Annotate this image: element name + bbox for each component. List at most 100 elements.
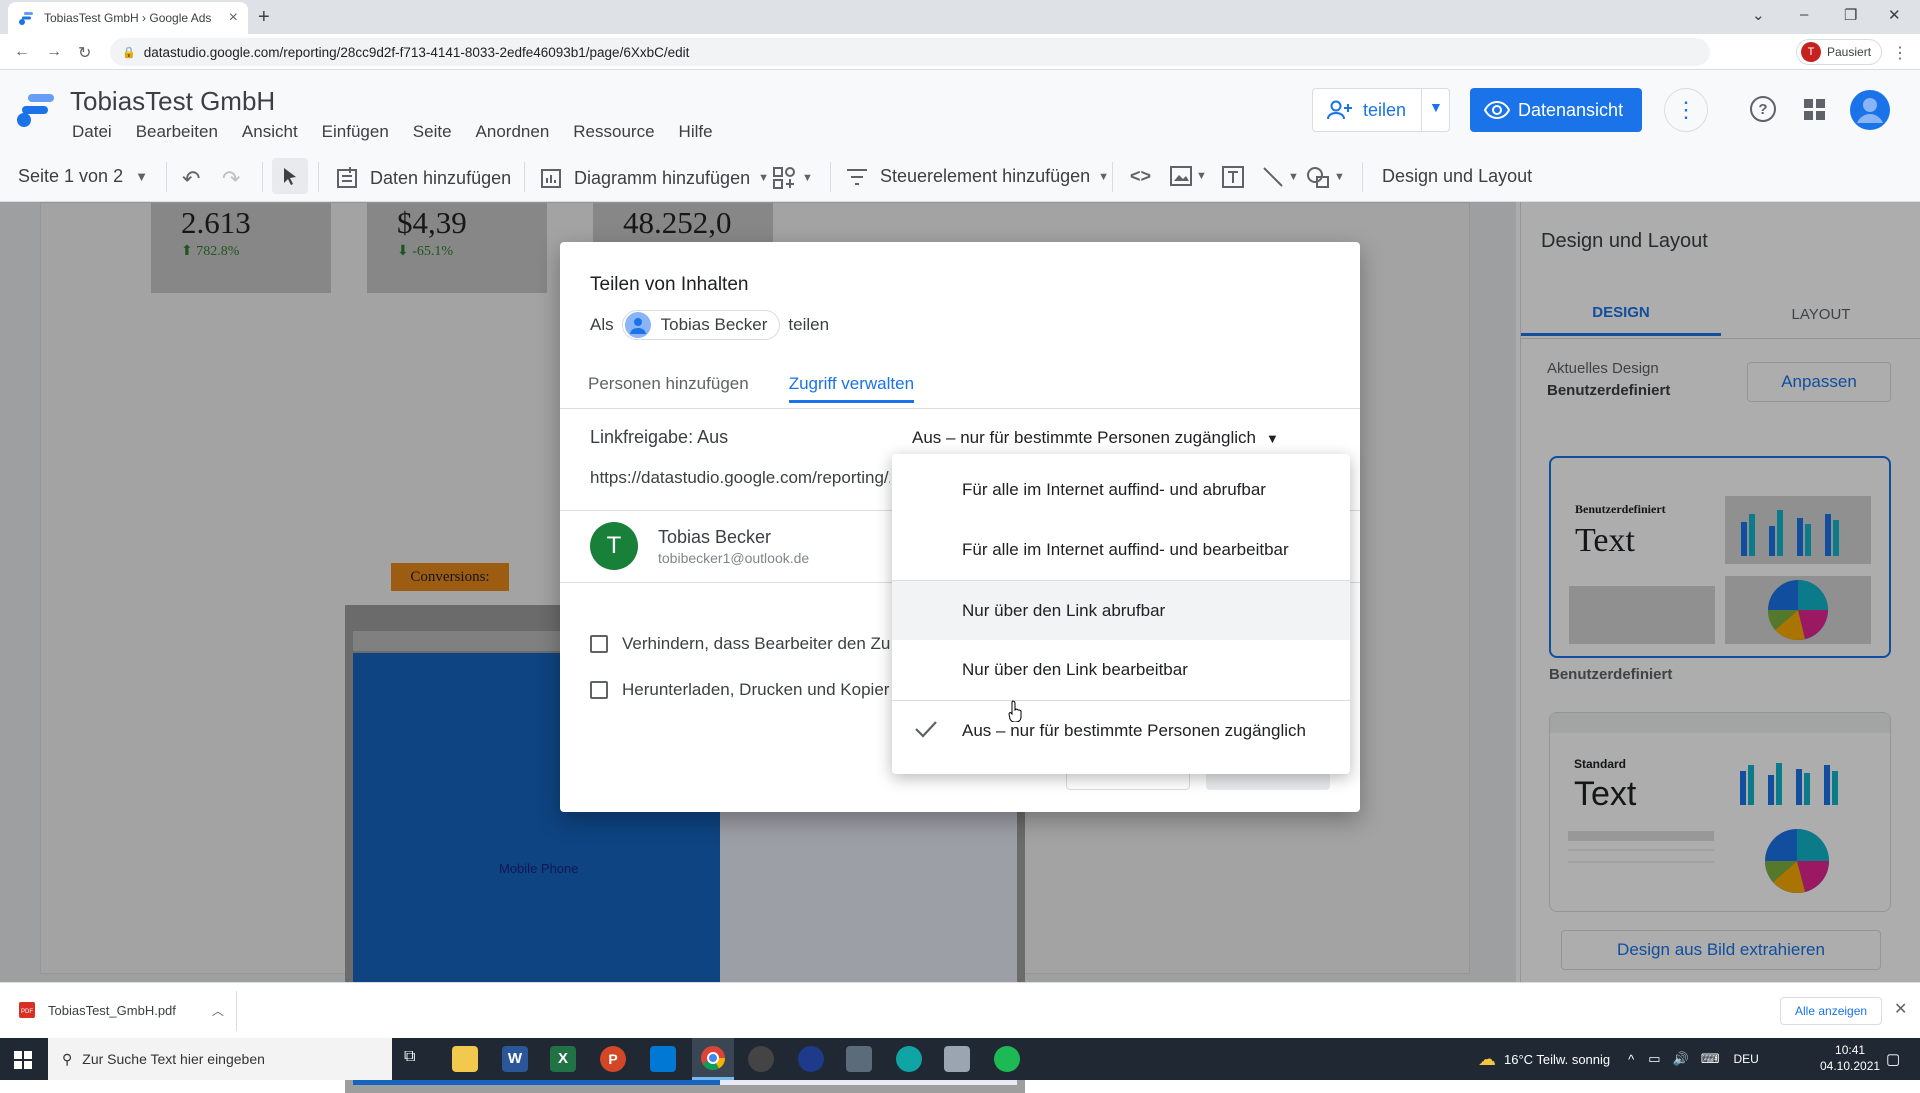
- powerpoint-icon[interactable]: P: [600, 1046, 626, 1072]
- share-dropdown-icon[interactable]: ▼: [1429, 99, 1443, 115]
- chrome-taskbar-slot[interactable]: [692, 1038, 734, 1080]
- hand-cursor-icon: [1008, 700, 1022, 722]
- taskbar-search[interactable]: ⚲ Zur Suche Text hier eingeben: [48, 1038, 392, 1080]
- volume-icon[interactable]: 🔊: [1673, 1051, 1689, 1067]
- browser-tab[interactable]: TobiasTest GmbH › Google Ads ×: [8, 2, 248, 34]
- checkbox-icon: [590, 681, 608, 699]
- text-box-icon[interactable]: [1222, 166, 1244, 188]
- tabs-divider: [560, 408, 1360, 409]
- obs-icon[interactable]: [748, 1046, 774, 1072]
- clock-date: 04.10.2021: [1820, 1059, 1881, 1073]
- prevent-editors-checkbox[interactable]: Verhindern, dass Bearbeiter den Zu: [590, 634, 890, 654]
- task-view-icon[interactable]: ⧉: [404, 1048, 415, 1066]
- taskbar-search-placeholder: Zur Suche Text hier eingeben: [82, 1051, 265, 1067]
- add-person-icon: [1327, 100, 1352, 120]
- keyboard-icon[interactable]: ⌨: [1701, 1051, 1720, 1067]
- add-data-icon: [337, 167, 357, 188]
- system-tray: ☁ 16°C Teilw. sonnig ^ ▭ 🔊 ⌨ DEU: [1478, 1038, 1759, 1080]
- community-viz-button[interactable]: ▼: [772, 166, 813, 190]
- profile-button[interactable]: T Pausiert: [1796, 39, 1883, 65]
- menu-anordnen[interactable]: Anordnen: [476, 122, 550, 142]
- page-selector[interactable]: Seite 1 von 2 ▼: [18, 166, 148, 187]
- tab-add-people[interactable]: Personen hinzufügen: [588, 374, 749, 403]
- app-icon[interactable]: [846, 1046, 872, 1072]
- downloads-bar: PDF TobiasTest_GmbH.pdf ︿ Alle anzeigen …: [0, 982, 1920, 1038]
- menu-datei[interactable]: Datei: [72, 122, 112, 142]
- more-options-icon[interactable]: ⋮: [1664, 88, 1708, 132]
- menu-bearbeiten[interactable]: Bearbeiten: [136, 122, 218, 142]
- close-downloads-icon[interactable]: ✕: [1894, 999, 1907, 1019]
- disable-download-checkbox[interactable]: Herunterladen, Drucken und Kopier: [590, 680, 889, 700]
- option-link-edit[interactable]: Nur über den Link bearbeitbar: [892, 640, 1350, 700]
- report-link-field[interactable]: https://datastudio.google.com/reporting/…: [590, 468, 890, 488]
- address-bar[interactable]: 🔒 datastudio.google.com/reporting/28cc9d…: [110, 38, 1710, 66]
- chevron-up-icon[interactable]: ︿: [212, 1002, 224, 1019]
- mail-icon[interactable]: [650, 1046, 676, 1072]
- show-all-downloads-button[interactable]: Alle anzeigen: [1780, 997, 1883, 1025]
- eye-icon: [1484, 101, 1510, 119]
- owner-email: tobibecker1@outlook.de: [658, 549, 810, 566]
- excel-icon[interactable]: X: [550, 1046, 576, 1072]
- menu-einfuegen[interactable]: Einfügen: [322, 122, 389, 142]
- network-icon[interactable]: ▭: [1648, 1051, 1660, 1067]
- share-as-user-chip[interactable]: Tobias Becker: [621, 310, 781, 340]
- browser-menu-icon[interactable]: ⋮: [1892, 43, 1908, 63]
- select-cursor-icon[interactable]: [272, 158, 308, 194]
- forward-icon[interactable]: →: [46, 43, 62, 61]
- theme-layout-button[interactable]: Design und Layout: [1382, 166, 1532, 187]
- menu-seite[interactable]: Seite: [413, 122, 452, 142]
- notifications-icon[interactable]: ▢: [1886, 1050, 1900, 1068]
- file-explorer-icon[interactable]: [452, 1046, 478, 1072]
- edge-icon[interactable]: [896, 1046, 922, 1072]
- add-chart-button[interactable]: Diagramm hinzufügen ▼: [540, 166, 769, 190]
- spotify-icon[interactable]: [994, 1046, 1020, 1072]
- option-public-view[interactable]: Für alle im Internet auffind- und abrufb…: [892, 460, 1350, 520]
- option-public-edit[interactable]: Für alle im Internet auffind- und bearbe…: [892, 520, 1350, 580]
- close-window-icon[interactable]: ✕: [1888, 6, 1901, 24]
- option-off-restricted[interactable]: Aus – nur für bestimmte Personen zugängl…: [892, 700, 1350, 760]
- app-icon[interactable]: [798, 1046, 824, 1072]
- chevron-down-icon: ▼: [135, 169, 148, 184]
- embed-code-icon[interactable]: <>: [1130, 166, 1151, 187]
- share-button[interactable]: teilen ▼: [1312, 88, 1450, 132]
- word-icon[interactable]: W: [502, 1046, 528, 1072]
- data-studio-logo-icon[interactable]: [16, 92, 56, 128]
- editor-toolbar: Seite 1 von 2 ▼ ↶ ↷ Daten hinzufügen Dia…: [0, 152, 1920, 202]
- tray-chevron-icon[interactable]: ^: [1628, 1052, 1634, 1067]
- option-link-view[interactable]: Nur über den Link abrufbar: [892, 580, 1350, 640]
- shape-icon[interactable]: ▼: [1306, 166, 1345, 188]
- report-title[interactable]: TobiasTest GmbH: [70, 86, 275, 117]
- minimize-icon[interactable]: –: [1800, 6, 1808, 23]
- redo-icon[interactable]: ↷: [222, 166, 240, 192]
- image-icon[interactable]: ▼: [1170, 166, 1207, 186]
- account-avatar-icon[interactable]: [1850, 90, 1890, 130]
- app-icon[interactable]: [944, 1046, 970, 1072]
- view-mode-button[interactable]: Datenansicht: [1470, 88, 1642, 132]
- language-indicator[interactable]: DEU: [1734, 1052, 1759, 1066]
- new-tab-icon[interactable]: +: [258, 6, 270, 29]
- option-label: Für alle im Internet auffind- und abrufb…: [962, 480, 1266, 499]
- menu-ansicht[interactable]: Ansicht: [242, 122, 298, 142]
- share-as-row: Als Tobias Becker teilen: [590, 310, 829, 340]
- restore-icon[interactable]: ❐: [1844, 6, 1857, 24]
- add-data-button[interactable]: Daten hinzufügen: [336, 166, 511, 190]
- caret-down-icon: ▼: [1265, 430, 1279, 446]
- undo-icon[interactable]: ↶: [182, 166, 200, 192]
- add-control-button[interactable]: Steuerelement hinzufügen ▼: [846, 166, 1109, 187]
- download-item[interactable]: PDF TobiasTest_GmbH.pdf ︿: [18, 1001, 224, 1019]
- reload-icon[interactable]: ↻: [78, 43, 91, 63]
- weather-icon: ☁: [1478, 1048, 1496, 1069]
- link-sharing-select[interactable]: Aus – nur für bestimmte Personen zugängl…: [912, 428, 1279, 448]
- back-icon[interactable]: ←: [14, 43, 30, 61]
- weather-text[interactable]: 16°C Teilw. sonnig: [1504, 1052, 1610, 1067]
- tab-manage-access[interactable]: Zugriff verwalten: [788, 374, 915, 403]
- help-icon[interactable]: ?: [1750, 96, 1776, 122]
- close-tab-icon[interactable]: ×: [229, 9, 238, 27]
- taskbar-clock[interactable]: 10:41 04.10.2021: [1820, 1042, 1880, 1074]
- menu-ressource[interactable]: Ressource: [573, 122, 654, 142]
- menu-hilfe[interactable]: Hilfe: [679, 122, 713, 142]
- windows-start-icon[interactable]: [14, 1051, 32, 1069]
- tab-search-icon[interactable]: ⌄: [1752, 6, 1765, 24]
- line-icon[interactable]: ▼: [1262, 166, 1299, 188]
- apps-grid-icon[interactable]: [1804, 99, 1826, 121]
